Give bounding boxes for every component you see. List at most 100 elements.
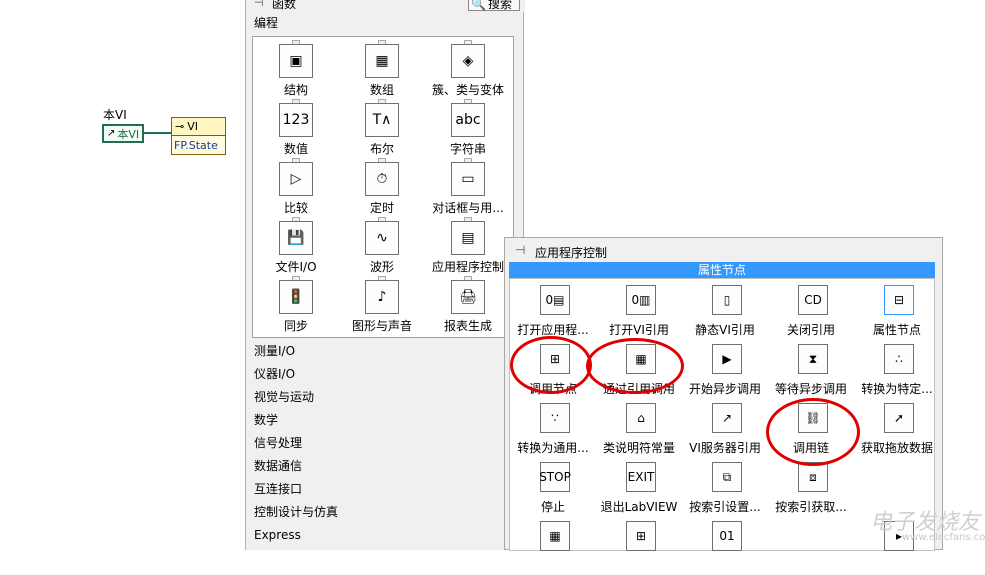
app-control-icon: ▤: [451, 221, 485, 255]
dialog-icon: ▭: [451, 162, 485, 196]
palette-item-label: 应用程序控制: [431, 260, 504, 274]
pin-icon[interactable]: ⊣: [515, 243, 525, 257]
palette-item[interactable]: ⏱▸定时: [339, 158, 425, 217]
palette-item[interactable]: T∧▸布尔: [339, 99, 425, 158]
app-control-item-label: 属性节点: [872, 323, 921, 337]
category-item[interactable]: 信号处理: [254, 432, 338, 455]
search-icon: 🔍: [471, 0, 486, 11]
palette-item-label: 报表生成: [443, 319, 492, 333]
reference-wire[interactable]: [144, 132, 171, 134]
open-app-ref-icon: 0▤: [540, 285, 570, 315]
app-control-item-label: 打开VI引用: [609, 323, 669, 337]
annotation-circle-property-node: [510, 336, 592, 394]
app-control-item[interactable]: CD 关闭引用: [768, 281, 854, 339]
app-control-item-label: 停止: [540, 500, 565, 514]
palette-item-label: 布尔: [369, 142, 394, 156]
app-control-item-label: 静态VI引用: [695, 323, 755, 337]
timing-icon: ⏱: [365, 162, 399, 196]
app-control-item-label: 获取拖放数据: [860, 441, 933, 455]
category-item[interactable]: 测量I/O: [254, 340, 338, 363]
app-control-item-label: 关闭引用: [786, 323, 835, 337]
property-node[interactable]: ⊸ VI FP.State: [171, 117, 226, 155]
app-control-item[interactable]: ∵ 转换为通用...: [510, 399, 596, 457]
array-icon: ▦: [365, 44, 399, 78]
palette-item-label: 比较: [283, 201, 308, 215]
palette-item[interactable]: 🚦▸同步: [253, 276, 339, 335]
palette-item-label: 字符串: [449, 142, 486, 156]
app-control-item[interactable]: ⊟ 属性节点: [854, 281, 940, 339]
palette-item[interactable]: ◈▸簇、类与变体: [425, 40, 511, 99]
app-control-item[interactable]: ⧗ 等待异步调用: [768, 340, 854, 398]
hover-label-banner: 属性节点: [509, 262, 935, 278]
property-node-property[interactable]: FP.State: [172, 136, 225, 154]
open-vi-ref-icon: 0▥: [626, 285, 656, 315]
category-item[interactable]: 数据通信: [254, 455, 338, 478]
numeric-icon: 123: [279, 103, 313, 137]
search-label: 搜索: [487, 0, 512, 11]
binary-icon: 01: [712, 521, 742, 551]
app-control-item[interactable]: EXIT 退出LabVIEW: [596, 458, 682, 516]
category-programming[interactable]: 编程: [254, 14, 278, 31]
palette-item-label: 结构: [283, 83, 308, 97]
app-control-item[interactable]: ∴ 转换为特定...: [854, 340, 940, 398]
functions-palette: ⊣ 函数 🔍 搜索 编程 ▣▸结构▦▸数组◈▸簇、类与变体 123▸数值T∧▸布尔…: [245, 0, 525, 550]
app-control-item[interactable]: ↗ VI服务器引用: [682, 399, 768, 457]
app-control-item[interactable]: STOP 停止: [510, 458, 596, 516]
app-control-item-label: 转换为通用...: [517, 441, 589, 455]
property-node-ref-icon: ⊸: [175, 120, 185, 133]
palette-item[interactable]: ♪▸图形与声音: [339, 276, 425, 335]
palette-item-label: 图形与声音: [351, 319, 412, 333]
app-control-item-label: 退出LabVIEW: [600, 500, 678, 514]
watermark: 电子发烧友 www.elecfans.com: [840, 500, 985, 545]
palette-header: ⊣ 函数 🔍 搜索: [246, 0, 525, 12]
category-item[interactable]: 数学: [254, 409, 338, 432]
palette-item[interactable]: 💾▸文件I/O: [253, 217, 339, 276]
exit-icon: EXIT: [626, 462, 656, 492]
vi-label: 本VI: [103, 108, 127, 122]
vi-server-ref-icon: ↗: [712, 403, 742, 433]
static-vi-ref-icon: ▯: [712, 285, 742, 315]
category-item[interactable]: 仪器I/O: [254, 363, 338, 386]
app-control-item-label: 转换为特定...: [861, 382, 933, 396]
app-control-item[interactable]: ⌂ 类说明符常量: [596, 399, 682, 457]
report-icon: 🖨: [451, 280, 485, 314]
watermark-url: www.elecfans.com: [902, 532, 985, 543]
app-control-item[interactable]: 01: [682, 517, 768, 575]
category-item[interactable]: 互连接口: [254, 478, 338, 501]
app-control-item-label: 类说明符常量: [602, 441, 675, 455]
bus-icon: ⊞: [626, 521, 656, 551]
app-control-item[interactable]: 0▥ 打开VI引用: [596, 281, 682, 339]
set-by-index-icon: ⧉: [712, 462, 742, 492]
palette-item[interactable]: 🖨▸报表生成: [425, 276, 511, 335]
app-control-item-label: 等待异步调用: [774, 382, 847, 396]
this-vi-constant[interactable]: ↗ 本VI: [102, 124, 144, 143]
pin-icon[interactable]: ⊣: [254, 0, 264, 9]
palette-item-label: 同步: [283, 319, 308, 333]
app-control-item[interactable]: 0▤ 打开应用程...: [510, 281, 596, 339]
to-specific-icon: ∴: [884, 344, 914, 374]
search-button[interactable]: 🔍 搜索: [468, 0, 520, 11]
category-item[interactable]: 视觉与运动: [254, 386, 338, 409]
palette-item[interactable]: ▦▸数组: [339, 40, 425, 99]
category-item[interactable]: Express: [254, 524, 338, 547]
sync-icon: 🚦: [279, 280, 313, 314]
palette-item-label: 簇、类与变体: [431, 83, 504, 97]
close-ref-icon: CD: [798, 285, 828, 315]
palette-item[interactable]: 123▸数值: [253, 99, 339, 158]
palette-item[interactable]: ▤▸应用程序控制: [425, 217, 511, 276]
app-control-item[interactable]: ⧉ 按索引设置...: [682, 458, 768, 516]
palette-item[interactable]: ▭▸对话框与用...: [425, 158, 511, 217]
palette-item[interactable]: ∿▸波形: [339, 217, 425, 276]
palette-item[interactable]: ▣▸结构: [253, 40, 339, 99]
app-control-item[interactable]: ▯ 静态VI引用: [682, 281, 768, 339]
palette-item[interactable]: ▷▸比较: [253, 158, 339, 217]
start-async-icon: ▶: [712, 344, 742, 374]
app-control-item[interactable]: ➚ 获取拖放数据: [854, 399, 940, 457]
category-list: 测量I/O 仪器I/O 视觉与运动 数学 信号处理 数据通信 互连接口 控制设计与仿真 Expr…: [254, 340, 338, 547]
app-control-item[interactable]: ▦: [510, 517, 596, 575]
structure-icon: ▣: [279, 44, 313, 78]
app-control-item[interactable]: ⊞: [596, 517, 682, 575]
category-item[interactable]: 控制设计与仿真: [254, 501, 338, 524]
app-control-item[interactable]: ▶ 开始异步调用: [682, 340, 768, 398]
palette-item[interactable]: abc▸字符串: [425, 99, 511, 158]
